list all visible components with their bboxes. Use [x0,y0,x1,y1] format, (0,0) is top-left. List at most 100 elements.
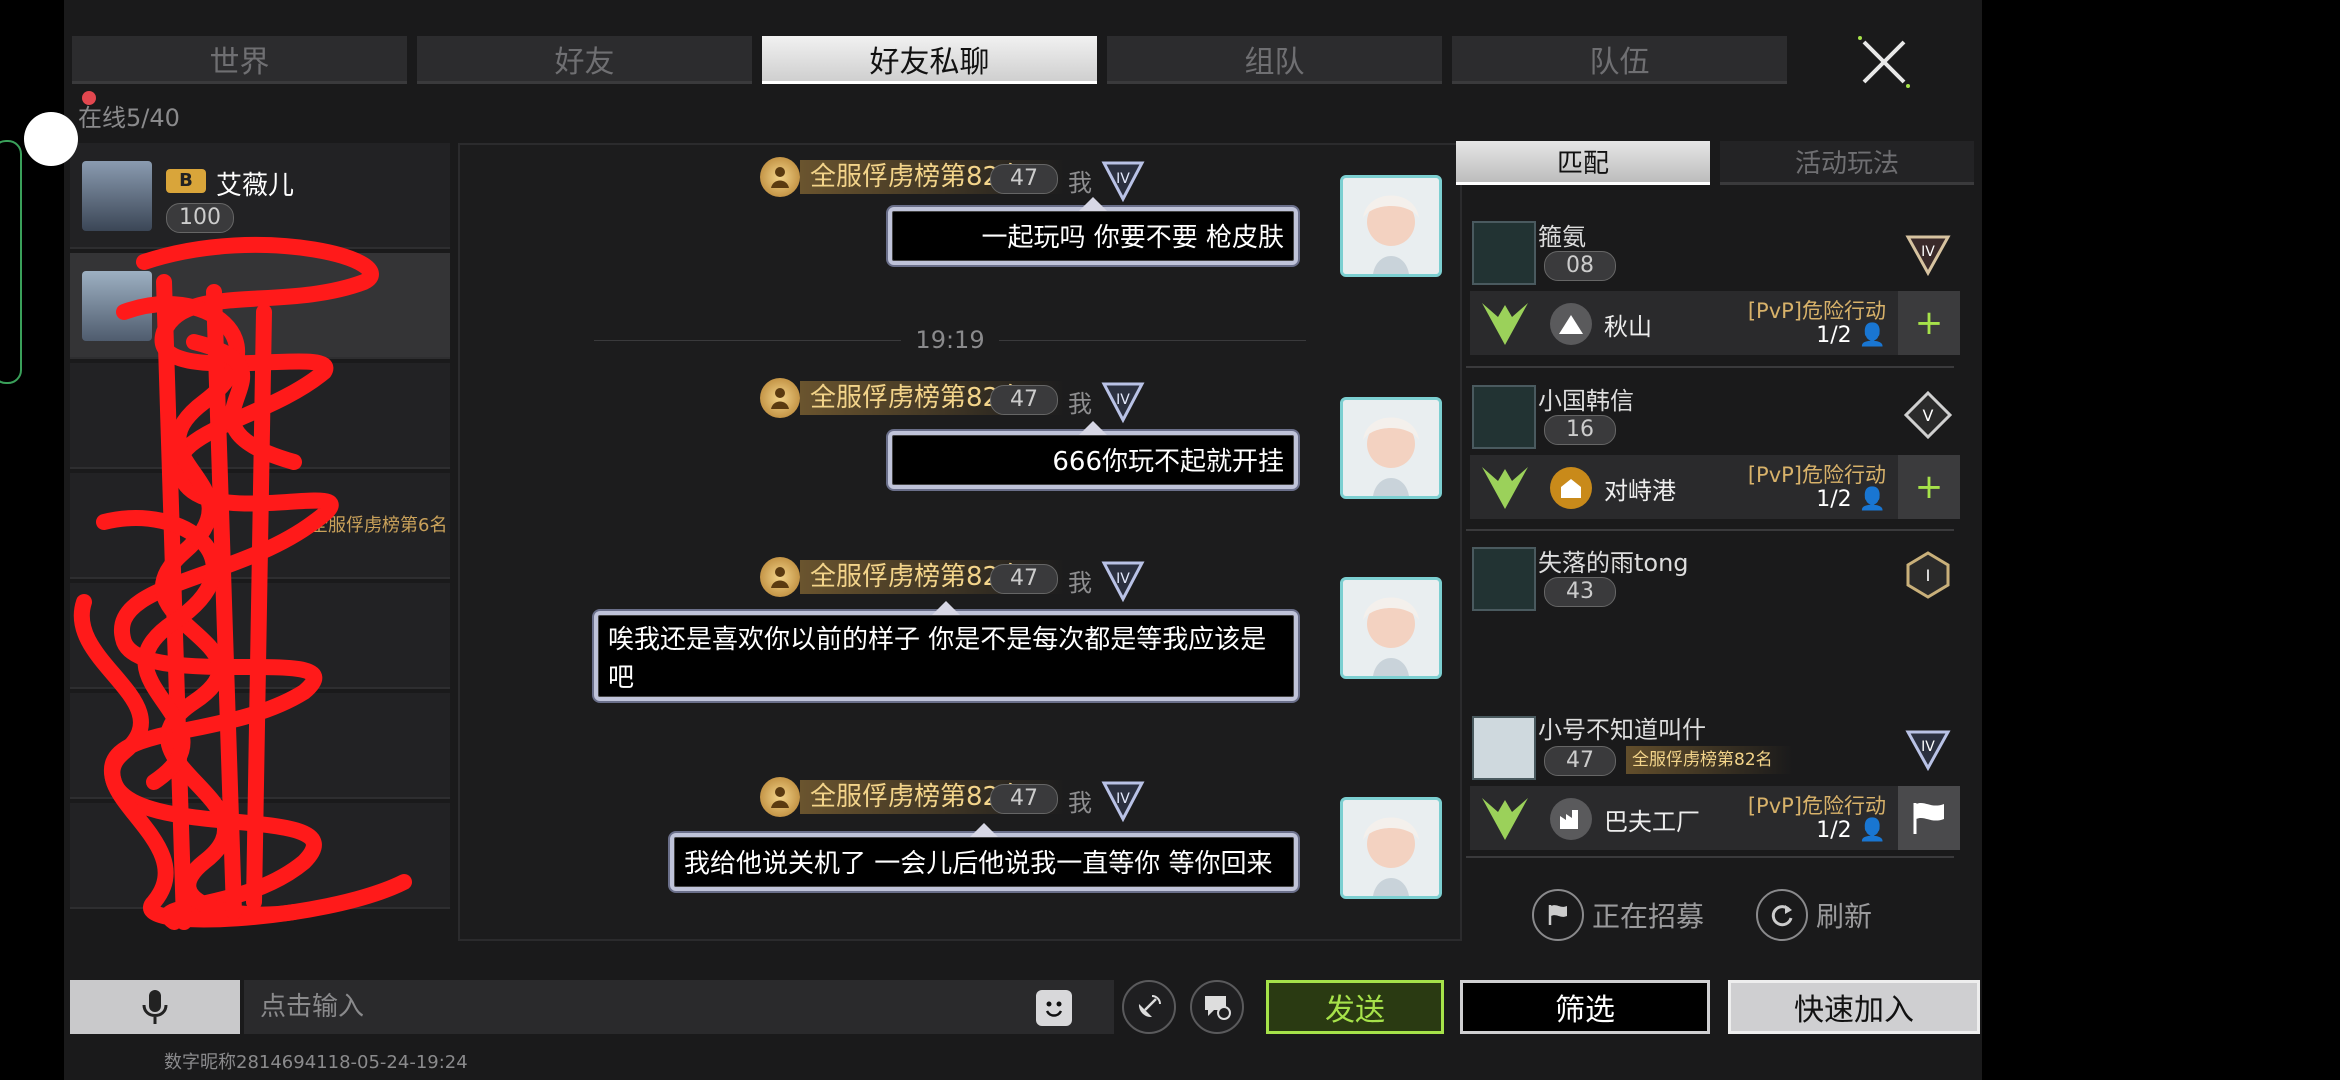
svg-text:IV: IV [1116,571,1130,587]
team-count: 1/2 👤 [1816,323,1886,348]
sender-level: 47 [990,164,1058,194]
friend-item[interactable]: B 艾薇儿 100 [70,143,450,249]
flag-icon [1913,802,1944,834]
team-count: 1/2 👤 [1816,818,1886,843]
svg-text:I: I [1926,566,1931,585]
voice-button[interactable] [70,980,240,1034]
recruiting-label: 正在招募 [1592,900,1705,933]
chat-window: 世界 好友 好友私聊 组队 队伍 在线5/40 B 艾薇儿 100 全服俘虏榜第… [64,0,1982,1080]
microphone-icon [142,990,168,1024]
team-card[interactable]: 失落的雨tong 43 I [1466,537,1964,627]
friend-rank-title: 全服俘虏榜第6名 [310,515,448,536]
chat-messages[interactable]: 全服俘虏榜第82名 47 我 IV 一起玩吗 你要不要 枪皮肤 19:19 全服… [458,143,1462,941]
tab-match[interactable]: 匹配 [1456,141,1710,185]
team-card[interactable]: 小国韩信 16 V 对峙港 [PvP]危险行动 1/2 👤 + [1466,373,1964,523]
friend-badge: B [166,169,206,193]
sender-name: 我 [1068,569,1092,597]
team-count-value: 1/2 [1816,323,1852,348]
team-leader-name: 小国韩信 [1538,387,1634,415]
message-text: 唉我还是喜欢你以前的样子 你是不是每次都是等我应该是吧 [608,625,1267,693]
rank-tier-icon: IV [1101,161,1145,203]
team-leader-avatar [1472,385,1536,449]
team-card[interactable]: 小号不知道叫什 47 全服俘虏榜第82名 IV 巴夫工厂 [PvP]危险行动 1… [1466,704,1964,864]
divider [1466,856,1954,858]
map-name: 对峙港 [1604,477,1676,505]
friend-avatar [82,271,152,341]
harbor-icon [1550,467,1592,509]
voice-to-text-button[interactable] [1122,980,1176,1034]
rank-tier-icon: IV [1905,730,1951,772]
watermark-text: 数字昵称2814694118-05-24-19:24 [164,1052,468,1073]
online-count: 在线5/40 [78,104,180,132]
rank-tier-icon: IV [1101,781,1145,823]
rank-tier-icon: IV [1101,382,1145,424]
emoji-button[interactable] [1036,990,1072,1026]
friend-item[interactable]: 全服俘虏榜第6名 [70,473,450,579]
filter-button[interactable]: 筛选 [1460,980,1710,1034]
divider [1466,366,1954,368]
sender-name: 我 [1068,390,1092,418]
mountain-icon [1550,303,1592,345]
friend-item[interactable] [70,583,450,689]
wing-emblem-icon [1482,798,1528,840]
team-leader-name: 小号不知道叫什 [1538,716,1706,744]
team-mode-row: 秋山 [PvP]危险行动 1/2 👤 + [1470,291,1960,355]
factory-icon [1550,798,1592,840]
edge-handle[interactable] [0,140,22,384]
svg-text:IV: IV [1921,244,1935,260]
message-bubble: 唉我还是喜欢你以前的样子 你是不是每次都是等我应该是吧 [594,601,1298,701]
message-text: 666你玩不起就开挂 [1052,447,1284,477]
refresh-button[interactable]: 刷新 [1756,889,1872,941]
close-button[interactable] [1844,22,1924,102]
friend-item[interactable] [70,803,450,909]
my-avatar[interactable] [1340,175,1442,277]
friend-item[interactable] [70,693,450,799]
team-leader-avatar [1472,716,1536,780]
friend-avatar [82,161,152,231]
join-team-button[interactable]: + [1898,291,1960,355]
sender-level: 47 [990,564,1058,594]
join-team-button[interactable]: + [1898,455,1960,519]
tab-activities[interactable]: 活动玩法 [1720,141,1974,185]
friend-item[interactable] [70,253,450,359]
friend-item[interactable] [70,363,450,469]
team-match-panel: 匹配 活动玩法 箍氨 08 IV 秋山 [PvP]危险行动 1/2 👤 + 小国… [1456,141,1976,941]
trophy-person-icon [760,378,800,418]
tab-friends[interactable]: 好友 [417,36,752,84]
team-leader-name: 失落的雨tong [1538,549,1689,577]
svg-text:V: V [1923,406,1934,425]
game-mode: [PvP]危险行动 [1747,794,1886,818]
floating-assistant-ball[interactable] [24,112,78,166]
chat-input-bar: 发送 筛选 快速加入 [70,980,1980,1036]
tab-world[interactable]: 世界 [72,36,407,84]
tab-squad[interactable]: 队伍 [1452,36,1787,84]
friend-name: 艾薇儿 [216,171,295,201]
trophy-person-icon [760,157,800,197]
team-flag-button[interactable] [1898,786,1960,850]
satellite-dish-icon [1138,995,1161,1018]
team-count: 1/2 👤 [1816,487,1886,512]
tab-team-up[interactable]: 组队 [1107,36,1442,84]
divider [1466,529,1954,531]
my-avatar[interactable] [1340,577,1442,679]
team-card[interactable]: 箍氨 08 IV 秋山 [PvP]危险行动 1/2 👤 + [1466,209,1964,359]
svg-text:IV: IV [1116,392,1130,408]
map-name: 巴夫工厂 [1604,808,1700,836]
my-avatar[interactable] [1340,797,1442,899]
channel-tabs: 世界 好友 好友私聊 组队 队伍 [72,36,1792,86]
recruiting-button[interactable]: 正在招募 [1532,889,1704,941]
game-mode: [PvP]危险行动 [1747,463,1886,487]
rank-tier-icon: I [1906,551,1950,599]
tab-private-chat[interactable]: 好友私聊 [762,36,1097,84]
quick-join-button[interactable]: 快速加入 [1728,980,1980,1034]
my-avatar[interactable] [1340,397,1442,499]
send-button[interactable]: 发送 [1266,980,1444,1034]
team-mode-row: 巴夫工厂 [PvP]危险行动 1/2 👤 [1470,786,1960,850]
close-icon [1858,36,1910,88]
message-input[interactable] [244,980,1114,1034]
rank-tier-icon: V [1904,391,1952,439]
team-mode-row: 对峙港 [PvP]危险行动 1/2 👤 + [1470,455,1960,519]
team-leader-level: 43 [1544,577,1616,607]
quick-chat-settings-button[interactable] [1190,980,1244,1034]
refresh-icon [1756,889,1808,941]
